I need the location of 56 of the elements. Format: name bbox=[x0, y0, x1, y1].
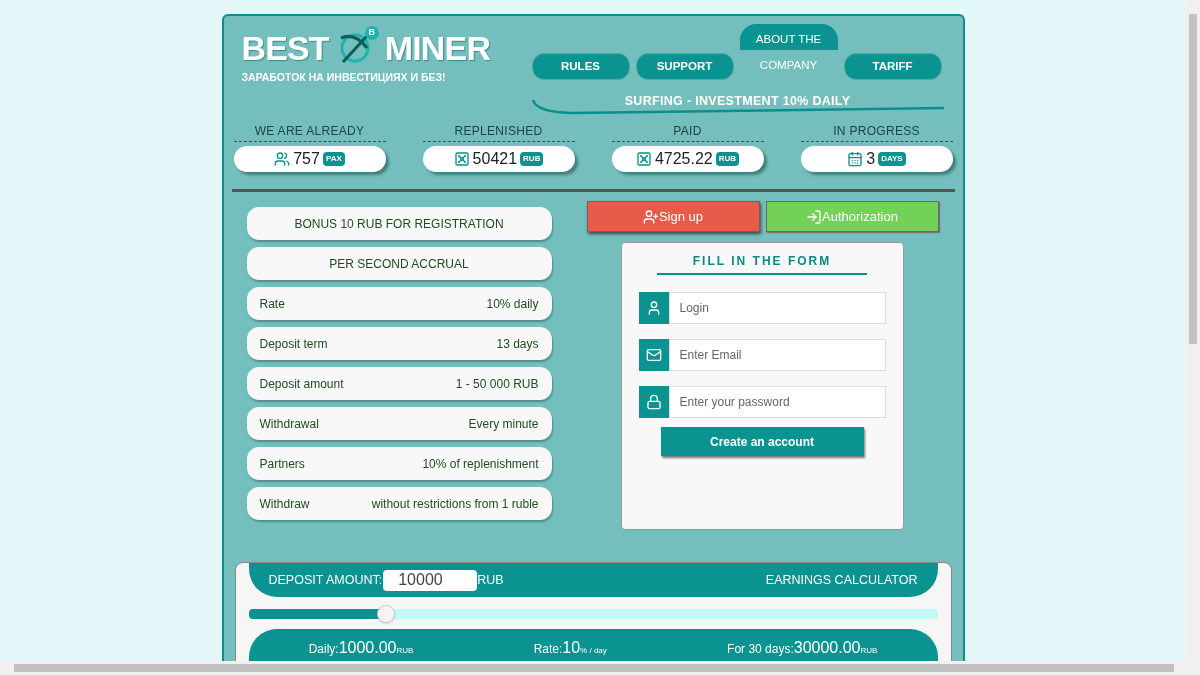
stat-value: 50421 bbox=[472, 149, 518, 169]
info-value: 10% of replenishment bbox=[422, 455, 539, 473]
stat-label: IN PROGRESS bbox=[800, 122, 953, 142]
result-text: Daily:1000.00RUB bbox=[308, 638, 414, 658]
unit-badge: RUB bbox=[520, 152, 544, 166]
vertical-scrollbar[interactable] bbox=[1186, 0, 1200, 661]
info-header: PER SECOND ACCRUAL bbox=[246, 247, 552, 280]
login-icon bbox=[806, 208, 823, 225]
currency-label: RUB bbox=[477, 571, 504, 589]
slider-thumb[interactable] bbox=[377, 605, 396, 623]
amount-field[interactable]: 10000 bbox=[383, 569, 478, 591]
stat-value: 4725.22 bbox=[654, 149, 713, 169]
form-title: FILL IN THE FORM bbox=[657, 252, 867, 275]
info-label: Withdraw bbox=[259, 495, 310, 513]
info-label: Deposit term bbox=[259, 335, 328, 353]
deposit-label: DEPOSIT AMOUNT: bbox=[268, 571, 383, 589]
info-value: Every minute bbox=[468, 415, 539, 433]
info-value: 1 - 50 000 RUB bbox=[455, 375, 539, 393]
info-value: 13 days bbox=[496, 335, 539, 353]
info-label: Rate bbox=[259, 295, 285, 313]
nav-tab[interactable]: TARIFF bbox=[843, 53, 942, 80]
input-field[interactable]: Enter Email bbox=[668, 339, 886, 371]
result-text: For 30 days:30000.00RUB bbox=[727, 638, 878, 658]
result-text: Rate:10% / day bbox=[533, 638, 607, 658]
nav-tab[interactable]: RULES bbox=[531, 53, 630, 80]
unit-badge: DAYS bbox=[878, 152, 906, 166]
horizontal-scrollbar[interactable] bbox=[0, 661, 1200, 675]
info-value: without restrictions from 1 ruble bbox=[371, 495, 539, 513]
sign-up-button[interactable]: Sign up bbox=[586, 201, 760, 232]
tagline: ЗАРАБОТОК НА ИНВЕСТИЦИЯХ И БЕЗ! bbox=[241, 70, 447, 85]
info-header: BONUS 10 RUB FOR REGISTRATION bbox=[246, 207, 552, 240]
unit-badge: PAX bbox=[322, 152, 345, 166]
stat-label: REPLENISHED bbox=[422, 122, 575, 142]
banner: SURFING - INVESTMENT 10% DAILY bbox=[531, 84, 944, 116]
logo-text: MINER bbox=[384, 31, 491, 65]
people-icon bbox=[274, 151, 291, 167]
authorization-button[interactable]: Authorization bbox=[765, 201, 939, 232]
nav-tab[interactable]: SUPPORT bbox=[635, 53, 734, 80]
create-account-button[interactable]: Create an account bbox=[660, 427, 864, 456]
input-field[interactable]: Login bbox=[668, 292, 886, 324]
logo-text: BEST bbox=[241, 31, 329, 65]
input-field[interactable]: Enter your password bbox=[668, 386, 886, 418]
lock-icon bbox=[638, 386, 669, 418]
info-label: Deposit amount bbox=[259, 375, 344, 393]
info-label: Partners bbox=[259, 455, 305, 473]
user-icon bbox=[638, 292, 669, 324]
stat-label: WE ARE ALREADY bbox=[233, 122, 386, 142]
stat-value: 3 bbox=[866, 149, 876, 169]
stat-label: PAID bbox=[611, 122, 764, 142]
unit-badge: RUB bbox=[715, 152, 740, 166]
info-value: 10% daily bbox=[486, 295, 539, 313]
calendar-icon bbox=[847, 151, 864, 167]
info-label: Withdrawal bbox=[259, 415, 319, 433]
stat-value: 757 bbox=[293, 149, 320, 169]
calculator-title: EARNINGS CALCULATOR bbox=[765, 571, 918, 589]
mail-icon bbox=[638, 339, 669, 371]
